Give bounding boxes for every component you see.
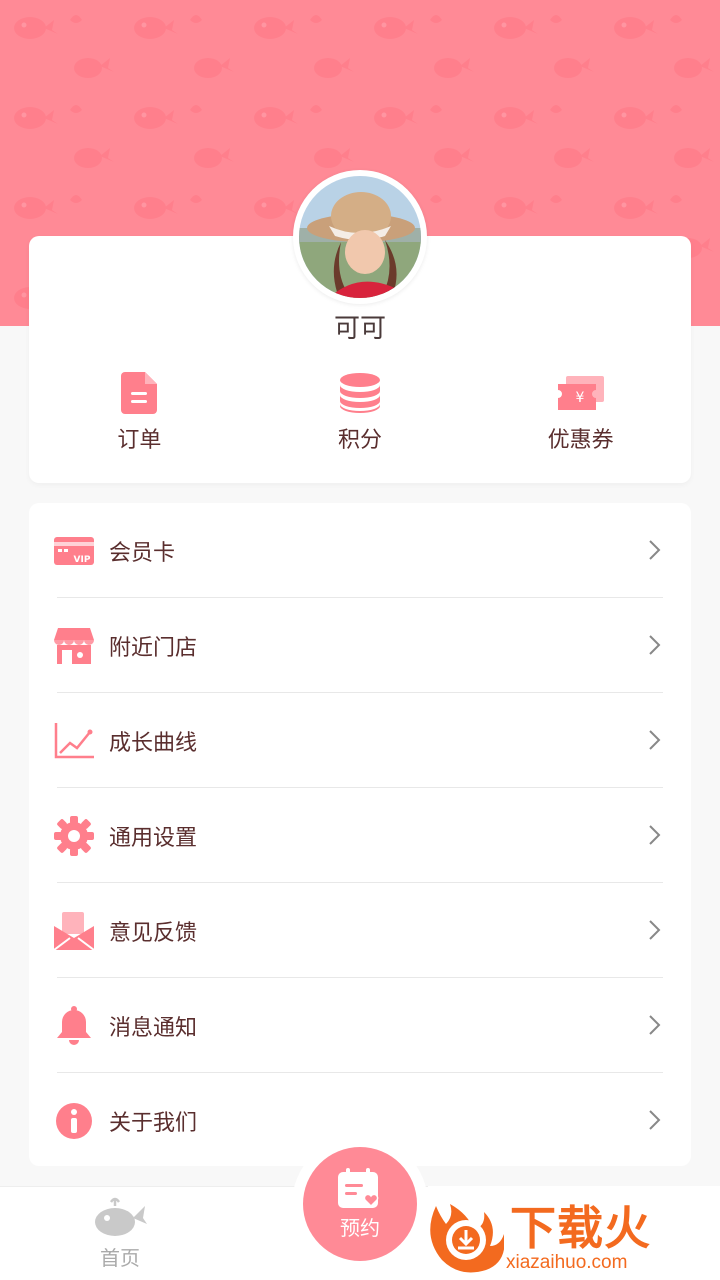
quick-link-coupons-label: 优惠券 [547, 428, 614, 453]
menu-item-general-settings[interactable]: 通用设置 [29, 788, 691, 883]
menu-item-nearby-stores[interactable]: 附近门店 [29, 598, 691, 693]
quick-link-orders-label: 订单 [117, 428, 162, 453]
watermark: 下载火 xiazaihuo.com [428, 1186, 720, 1280]
chevron-right-icon [649, 730, 661, 750]
menu-item-label: 关于我们 [109, 1110, 198, 1136]
user-name: 可可 [333, 314, 386, 344]
feedback-envelope-icon [53, 910, 95, 952]
book-appointment-button[interactable]: 预约 [303, 1147, 417, 1261]
tab-home-label: 首页 [100, 1246, 140, 1270]
calendar-heart-icon [338, 1167, 379, 1208]
svg-text:VIP: VIP [74, 555, 91, 565]
order-icon [116, 370, 162, 416]
info-icon [53, 1100, 95, 1142]
menu-item-growth-curve[interactable]: 成长曲线 [29, 693, 691, 788]
quick-link-coupons[interactable]: ¥ 优惠券 [506, 370, 656, 460]
watermark-subtitle: xiazaihuo.com [506, 1252, 628, 1273]
menu-item-feedback[interactable]: 意见反馈 [29, 883, 691, 978]
quick-link-points-label: 积分 [337, 428, 382, 453]
flame-logo-icon [430, 1204, 505, 1273]
chevron-right-icon [649, 635, 661, 655]
avatar-photo [299, 176, 421, 298]
quick-link-points[interactable]: 积分 [285, 370, 435, 460]
menu-item-label: 附近门店 [109, 635, 198, 661]
quick-links: 订单 积分 ¥ 优惠券 [29, 370, 691, 460]
chevron-right-icon [649, 540, 661, 560]
chevron-right-icon [649, 1015, 661, 1035]
chevron-right-icon [649, 825, 661, 845]
growth-chart-icon [53, 720, 95, 762]
svg-text:¥: ¥ [575, 390, 584, 406]
menu-item-label: 会员卡 [109, 540, 176, 566]
vip-card-icon: VIP [53, 530, 95, 572]
menu-list: VIP 会员卡 附近门店 成长曲线 通用设置 意见反馈 消息通知 关于我们 [29, 503, 691, 1166]
avatar[interactable] [293, 170, 427, 304]
menu-item-label: 消息通知 [109, 1015, 198, 1041]
menu-item-label: 通用设置 [109, 825, 198, 851]
bell-icon [53, 1005, 95, 1047]
menu-item-label: 成长曲线 [109, 730, 198, 756]
chevron-right-icon [649, 920, 661, 940]
menu-item-notifications[interactable]: 消息通知 [29, 978, 691, 1073]
menu-item-vip-card[interactable]: VIP 会员卡 [29, 503, 691, 598]
watermark-title: 下载火 [510, 1201, 651, 1255]
whale-home-icon [95, 1197, 147, 1236]
book-appointment-label: 预约 [340, 1215, 380, 1240]
coupon-icon: ¥ [557, 370, 604, 416]
quick-link-orders[interactable]: 订单 [64, 370, 214, 460]
tab-home[interactable]: 首页 [70, 1196, 170, 1276]
store-icon [53, 625, 95, 667]
gear-icon [53, 815, 95, 857]
coins-icon [337, 370, 383, 416]
menu-item-label: 意见反馈 [109, 920, 198, 946]
chevron-right-icon [649, 1110, 661, 1130]
